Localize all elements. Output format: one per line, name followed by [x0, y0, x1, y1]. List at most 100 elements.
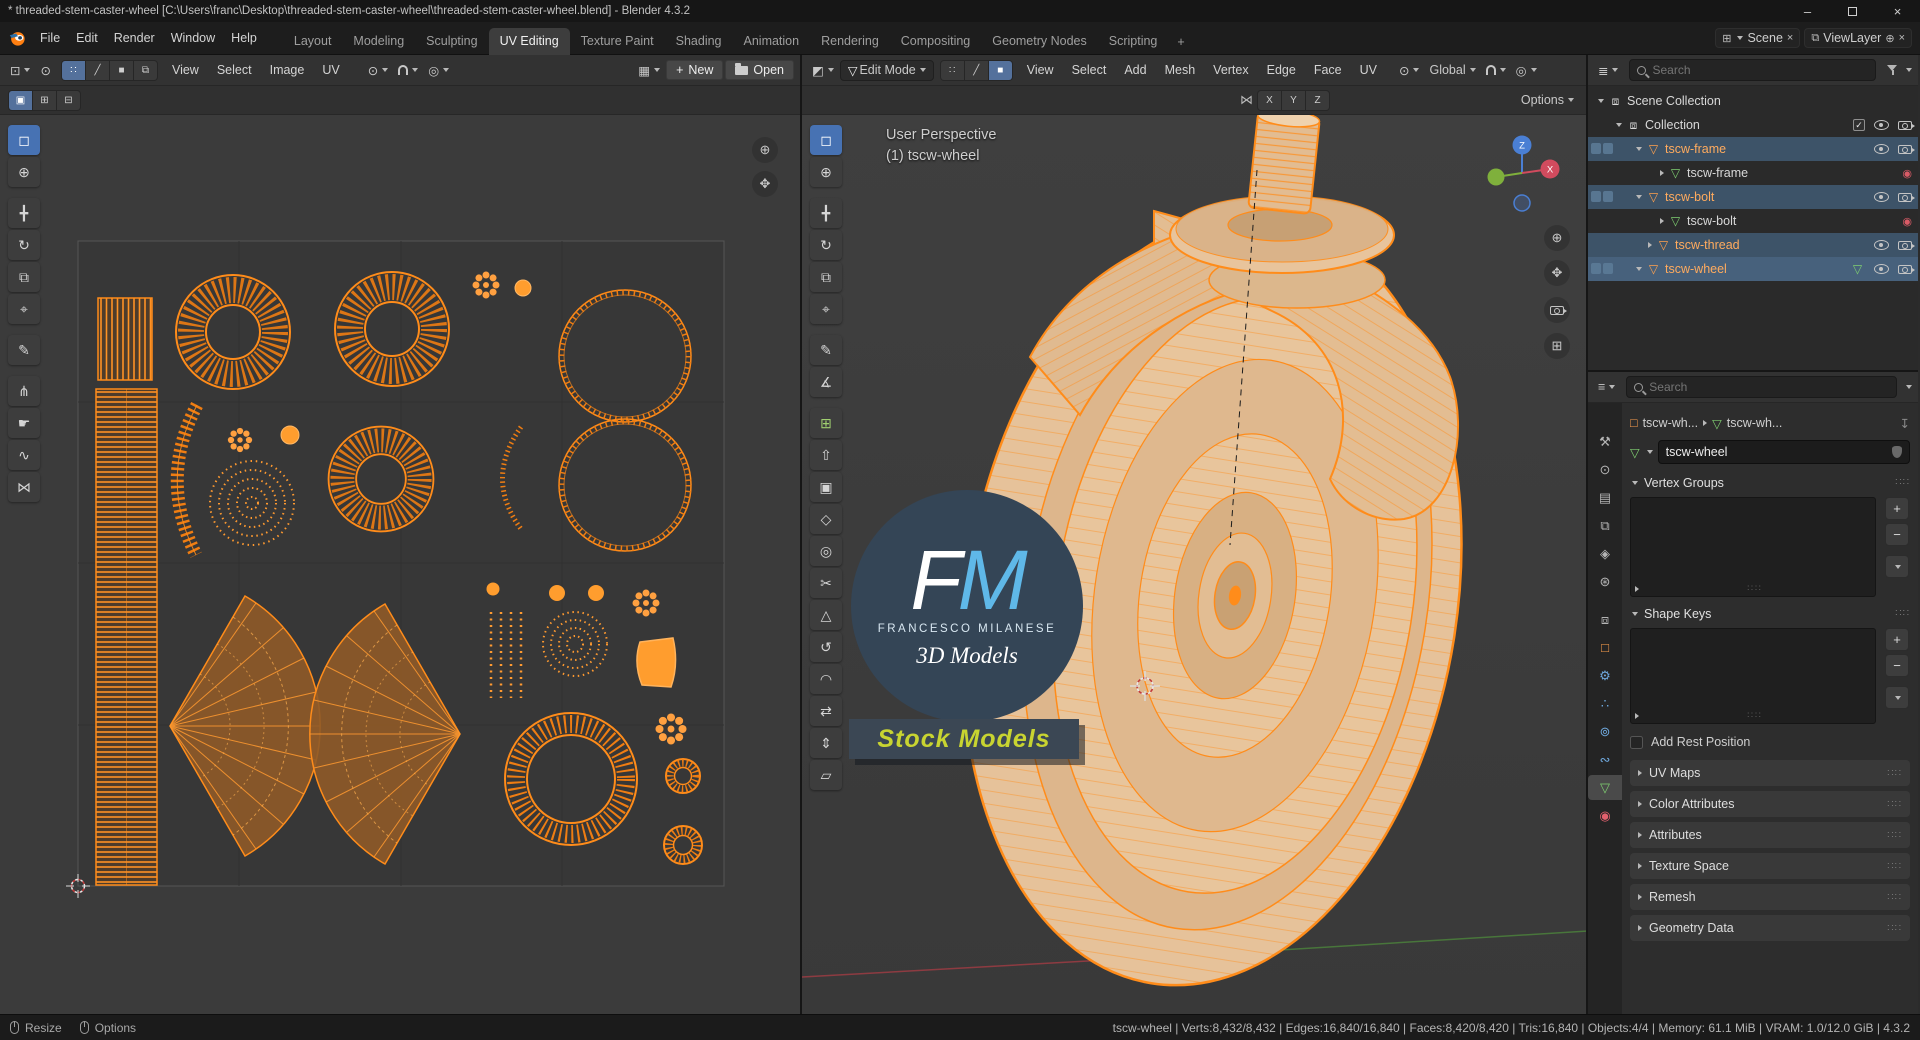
vp-tool-extrude-region[interactable]: ⇧ [810, 440, 842, 470]
pivot-point-button[interactable]: ⊙ [1395, 61, 1423, 80]
list-grip-icon[interactable]: ∷∷ [1639, 710, 1871, 721]
vp-tool-bevel[interactable]: ◇ [810, 504, 842, 534]
uv-tool-rip-region[interactable]: ⋔ [8, 376, 40, 406]
outliner-options-chevron-icon[interactable] [1906, 68, 1912, 72]
workspace-tab-scripting[interactable]: Scripting [1098, 28, 1169, 55]
vp-menu-select[interactable]: Select [1064, 60, 1115, 80]
select-mode-edge-button[interactable]: ╱ [964, 60, 988, 80]
vp-menu-add[interactable]: Add [1116, 60, 1154, 80]
shape-key-remove-button[interactable]: − [1885, 654, 1909, 677]
tab-material[interactable]: ◉ [1590, 803, 1620, 828]
breadcrumb-object[interactable]: tscw-wh... [1643, 416, 1699, 430]
workspace-tab-shading[interactable]: Shading [665, 28, 733, 55]
material-icon[interactable]: ◉ [1902, 167, 1912, 180]
render-camera-icon[interactable] [1898, 192, 1915, 202]
add-workspace-button[interactable]: + [1168, 29, 1193, 55]
properties-editor-type-button[interactable]: ≡ [1594, 378, 1619, 396]
tab-physics[interactable]: ⊚ [1590, 719, 1620, 744]
tab-object-data[interactable]: ▽ [1588, 775, 1622, 800]
mirror-x-button[interactable]: X [1258, 90, 1281, 110]
uv-tool-cursor[interactable]: ⊕ [8, 157, 40, 187]
vp-tool-spin[interactable]: ↺ [810, 632, 842, 662]
render-camera-icon[interactable] [1898, 240, 1915, 250]
tab-constraints[interactable]: ∾ [1590, 747, 1620, 772]
workspace-tab-sculpting[interactable]: Sculpting [415, 28, 488, 55]
tab-tool[interactable]: ⚒ [1590, 429, 1620, 454]
axis-gizmo[interactable]: Z X [1482, 133, 1562, 213]
properties-search-input[interactable] [1649, 380, 1889, 394]
uv-tool-grab[interactable]: ☛ [8, 408, 40, 438]
vp-tool-shear[interactable]: ▱ [810, 760, 842, 790]
workspace-tab-compositing[interactable]: Compositing [890, 28, 981, 55]
uv-tool-rotate[interactable]: ↻ [8, 230, 40, 260]
vp-menu-view[interactable]: View [1019, 60, 1062, 80]
vp-tool-move[interactable]: ╋ [810, 198, 842, 228]
viewport-editor-type-button[interactable]: ◩ [808, 61, 838, 80]
uv-islands-drawing[interactable] [0, 115, 800, 1014]
menu-help[interactable]: Help [223, 28, 265, 48]
uv-proportional-edit-button[interactable]: ◎ [424, 61, 453, 80]
tab-modifiers[interactable]: ⚙ [1590, 663, 1620, 688]
tab-scene[interactable]: ◈ [1590, 541, 1620, 566]
viewport-camera-button[interactable] [1544, 297, 1570, 323]
tab-view-layer[interactable]: ⧉ [1590, 513, 1620, 538]
viewlayer-selector[interactable]: ⧉ ViewLayer ⊕ × [1804, 28, 1912, 48]
outliner-filter-button[interactable] [1883, 63, 1902, 77]
uv-tool-pinch[interactable]: ⋈ [8, 472, 40, 502]
add-rest-position-checkbox[interactable] [1630, 735, 1643, 749]
vp-tool-transform[interactable]: ⌖ [810, 294, 842, 324]
properties-search[interactable] [1626, 376, 1897, 398]
collection-checkbox[interactable]: ✓ [1853, 119, 1865, 131]
outliner-row-tscw-frame-object[interactable]: ▽ tscw-frame [1588, 137, 1918, 161]
vp-menu-uv[interactable]: UV [1352, 60, 1385, 80]
uv-menu-select[interactable]: Select [209, 60, 260, 80]
blender-logo-icon[interactable] [8, 29, 26, 47]
shape-keys-panel-header[interactable]: Shape Keys ∷∷ [1630, 601, 1910, 626]
vertex-group-specials-button[interactable] [1885, 555, 1909, 578]
outliner-editor-type-button[interactable]: ≣ [1594, 61, 1622, 80]
vp-tool-add-cube[interactable]: ⊞ [810, 408, 842, 438]
menu-file[interactable]: File [32, 28, 68, 48]
menu-render[interactable]: Render [106, 28, 163, 48]
outliner-search-input[interactable] [1652, 63, 1868, 77]
scene-selector[interactable]: ⊞ Scene × [1715, 28, 1801, 48]
select-mode-face-button[interactable]: ■ [988, 60, 1012, 80]
vp-menu-face[interactable]: Face [1306, 60, 1350, 80]
render-camera-icon[interactable] [1898, 264, 1915, 274]
viewport-canvas[interactable]: User Perspective (1) tscw-wheel ◻ ⊕ ╋ ↻ … [802, 115, 1586, 1014]
fake-user-icon[interactable] [1892, 446, 1902, 458]
uv-zoom-gizmo[interactable]: ⊕ [752, 137, 778, 163]
uv-select-subtract-button[interactable]: ⊟ [57, 90, 80, 110]
outliner-search[interactable] [1629, 59, 1876, 81]
gizmo-y-axis[interactable] [1487, 168, 1505, 186]
open-image-button[interactable]: Open [725, 60, 794, 80]
breadcrumb-data[interactable]: tscw-wh... [1727, 416, 1783, 430]
tab-collection[interactable]: ⧈ [1590, 607, 1620, 632]
tab-render[interactable]: ⊙ [1590, 457, 1620, 482]
vp-menu-edge[interactable]: Edge [1259, 60, 1304, 80]
menu-window[interactable]: Window [163, 28, 223, 48]
vertex-group-remove-button[interactable]: − [1885, 523, 1909, 546]
workspace-tab-animation[interactable]: Animation [733, 28, 811, 55]
pin-icon[interactable]: ↧ [1900, 416, 1910, 431]
workspace-tab-texture-paint[interactable]: Texture Paint [570, 28, 665, 55]
mirror-y-button[interactable]: Y [1282, 90, 1305, 110]
snap-button[interactable] [1482, 63, 1510, 77]
mode-dropdown[interactable]: ▽ Edit Mode [839, 59, 934, 81]
shape-key-specials-button[interactable] [1885, 686, 1909, 709]
uv-tool-annotate[interactable]: ✎ [8, 335, 40, 365]
uv-pan-gizmo[interactable]: ✥ [752, 171, 778, 197]
vp-tool-shrink-fatten[interactable]: ⇕ [810, 728, 842, 758]
vp-tool-measure[interactable]: ∡ [810, 367, 842, 397]
select-mode-vertex-button[interactable]: ∷ [940, 60, 964, 80]
viewlayer-add-icon[interactable]: ⊕ [1885, 32, 1894, 45]
tab-output[interactable]: ▤ [1590, 485, 1620, 510]
uv-tool-select-box[interactable]: ◻ [8, 125, 40, 155]
workspace-tab-geometry-nodes[interactable]: Geometry Nodes [981, 28, 1097, 55]
workspace-tab-uv-editing[interactable]: UV Editing [488, 27, 570, 55]
uv-select-face-button[interactable]: ■ [109, 60, 133, 80]
minimize-button[interactable]: – [1785, 0, 1830, 22]
mesh-name-input[interactable] [1665, 445, 1886, 459]
uv-snap-button[interactable] [394, 63, 422, 77]
uv-canvas[interactable]: ◻ ⊕ ╋ ↻ ⧉ ⌖ ✎ ⋔ ☛ ∿ ⋈ ⊕ ✥ [0, 115, 800, 1014]
